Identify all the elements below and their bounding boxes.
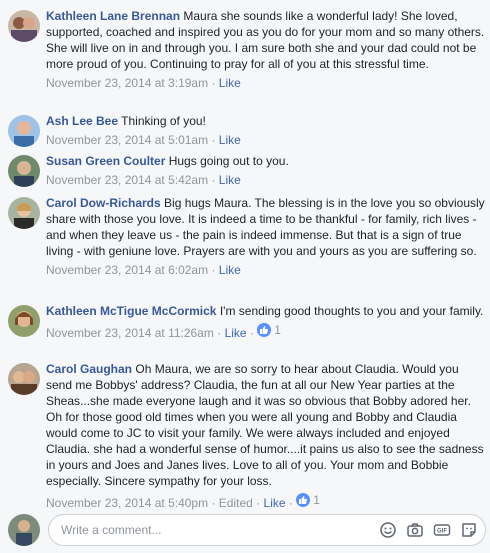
- thumbs-up-icon: [257, 323, 272, 337]
- comment-author[interactable]: Carol Gaughan: [46, 362, 132, 376]
- separator: ·: [217, 326, 222, 340]
- like-button[interactable]: Like: [219, 133, 241, 147]
- comment-timestamp[interactable]: November 23, 2014 at 3:19am: [46, 76, 208, 90]
- avatar[interactable]: [8, 305, 40, 337]
- svg-text:GIF: GIF: [437, 529, 447, 535]
- avatar[interactable]: [8, 155, 40, 187]
- reaction-count[interactable]: 1: [296, 493, 320, 507]
- comment-author[interactable]: Susan Green Coulter: [46, 154, 165, 168]
- like-button[interactable]: Like: [225, 326, 247, 340]
- sticker-icon[interactable]: [460, 521, 478, 539]
- current-user-avatar[interactable]: [8, 514, 40, 546]
- comment-timestamp[interactable]: November 23, 2014 at 5:40pm: [46, 496, 208, 510]
- comment-text: Oh Maura, we are so sorry to hear about …: [46, 362, 484, 488]
- like-count: 1: [313, 493, 320, 507]
- comment-timestamp[interactable]: November 23, 2014 at 11:26am: [46, 326, 214, 340]
- separator: ·: [211, 263, 216, 277]
- separator: ·: [211, 173, 216, 187]
- comment-author[interactable]: Ash Lee Bee: [46, 114, 118, 128]
- avatar[interactable]: [8, 363, 40, 395]
- comment-composer: Write a comment... GIF: [8, 514, 486, 546]
- like-button[interactable]: Like: [219, 173, 241, 187]
- like-count: 1: [274, 323, 281, 337]
- reaction-count[interactable]: 1: [257, 323, 281, 337]
- comment-timestamp[interactable]: November 23, 2014 at 5:01am: [46, 133, 208, 147]
- separator: ·: [211, 76, 216, 90]
- comment-timestamp[interactable]: November 23, 2014 at 6:02am: [46, 263, 208, 277]
- comment-author[interactable]: Carol Dow-Richards: [46, 196, 161, 210]
- avatar[interactable]: [8, 115, 40, 147]
- avatar[interactable]: [8, 10, 40, 42]
- thumbs-up-icon: [296, 493, 311, 507]
- like-button[interactable]: Like: [219, 76, 241, 90]
- comment-text: I'm sending good thoughts to you and you…: [219, 304, 484, 318]
- comment-author[interactable]: Kathleen Lane Brennan: [46, 9, 180, 23]
- separator: ·: [256, 496, 261, 510]
- avatar[interactable]: [8, 197, 40, 229]
- comment-input-placeholder: Write a comment...: [61, 523, 162, 537]
- separator: ·: [288, 496, 293, 510]
- separator: ·: [211, 133, 216, 147]
- emoji-icon[interactable]: [379, 521, 397, 539]
- comment-text: Thinking of you!: [121, 114, 206, 128]
- comment-author[interactable]: Kathleen McTigue McCormick: [46, 304, 216, 318]
- comment-timestamp[interactable]: November 23, 2014 at 5:42am: [46, 173, 208, 187]
- comment-input[interactable]: Write a comment... GIF: [48, 514, 486, 546]
- like-button[interactable]: Like: [264, 496, 286, 510]
- camera-icon[interactable]: [406, 521, 424, 539]
- comment-text: Hugs going out to you.: [168, 154, 289, 168]
- edited-label[interactable]: Edited: [219, 496, 253, 510]
- separator: ·: [249, 326, 254, 340]
- like-button[interactable]: Like: [219, 263, 241, 277]
- separator: ·: [211, 496, 216, 510]
- gif-icon[interactable]: GIF: [433, 521, 451, 539]
